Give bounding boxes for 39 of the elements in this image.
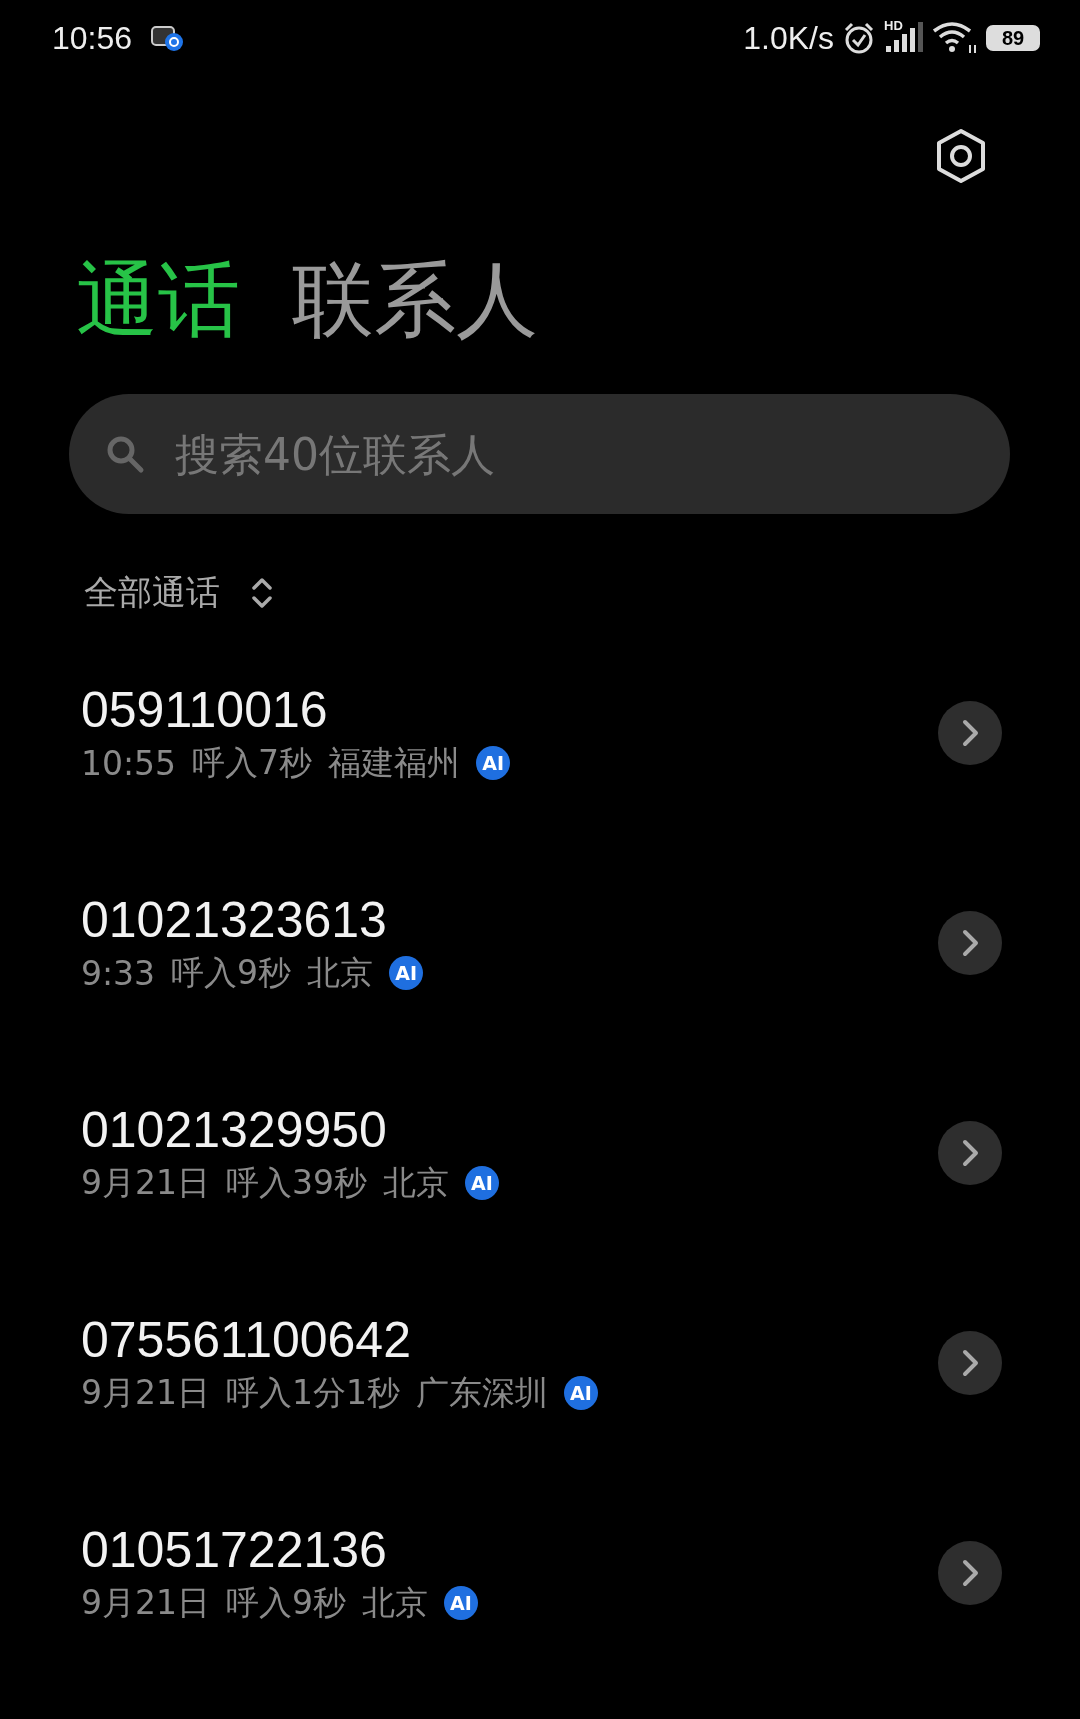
call-location: 北京: [307, 951, 374, 994]
call-location: 北京: [383, 1161, 449, 1204]
ai-badge: AI: [564, 1376, 598, 1410]
call-duration: 呼入39秒: [226, 1161, 367, 1204]
phone-number: 059110016: [81, 680, 329, 739]
call-location: 福建福州: [328, 741, 461, 784]
tab[interactable]: 联系人: [292, 242, 538, 358]
ai-badge: AI: [444, 1586, 478, 1620]
phone-number: 01021329950: [81, 1100, 388, 1159]
alarm-icon: [842, 21, 876, 55]
settings-icon[interactable]: [934, 128, 988, 184]
wifi-icon: [932, 21, 978, 55]
ai-badge: AI: [389, 956, 424, 990]
call-time: 9月21日: [81, 1581, 210, 1624]
search-field[interactable]: 搜索40位联系人: [69, 394, 1010, 514]
phone-number: 075561100642: [81, 1310, 412, 1369]
search-icon: [105, 434, 145, 474]
hd-label: HD: [884, 18, 903, 33]
call-time: 9月21日: [81, 1371, 210, 1414]
clock: 10:56: [52, 19, 133, 57]
call-duration: 呼入9秒: [171, 951, 292, 994]
phone-number: 01051722136: [81, 1520, 388, 1579]
call-time: 9:33: [81, 953, 156, 993]
network-speed: 1.0K/s: [743, 19, 834, 57]
call-duration: 呼入7秒: [192, 741, 313, 784]
call-duration: 呼入9秒: [226, 1581, 346, 1624]
sort-caret-icon[interactable]: [250, 576, 274, 610]
call-time: 10:55: [81, 743, 177, 783]
ai-badge: AI: [476, 746, 511, 780]
tab[interactable]: 通话: [76, 242, 240, 358]
battery-indicator: 89: [986, 25, 1040, 51]
call-filter-dropdown[interactable]: 全部通话: [84, 570, 220, 616]
signal-icon: [884, 22, 924, 54]
ai-badge: AI: [465, 1166, 499, 1200]
call-duration: 呼入1分1秒: [226, 1371, 400, 1414]
call-location: 北京: [362, 1581, 428, 1624]
phone-number: 01021323613: [81, 890, 388, 949]
call-location: 广东深圳: [416, 1371, 548, 1414]
call-time: 9月21日: [81, 1161, 210, 1204]
